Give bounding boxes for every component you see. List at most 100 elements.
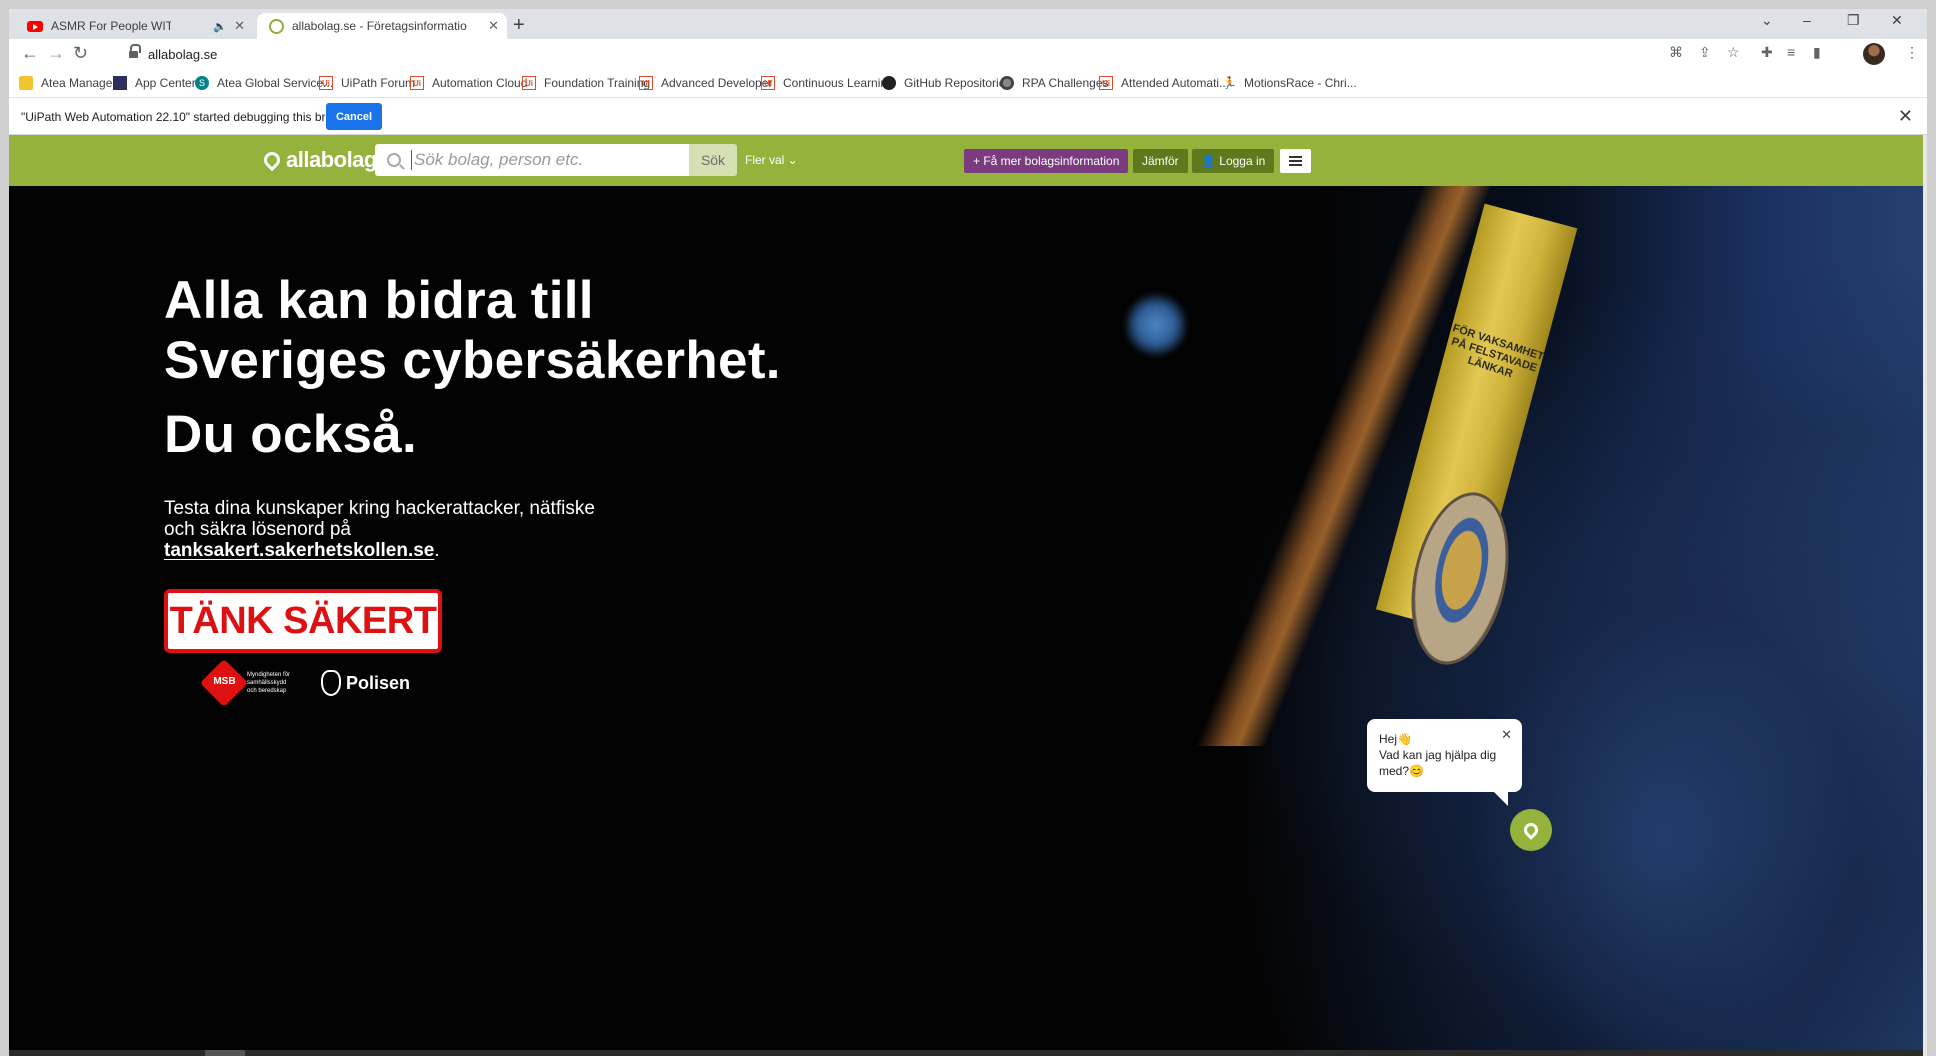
location-pin-icon xyxy=(269,18,284,34)
polisen-text: Polisen xyxy=(346,672,411,693)
msb-badge-icon: MSB xyxy=(199,658,249,708)
chat-question: Vad kan jag hjälpa dig med?😊 xyxy=(1379,748,1497,778)
msb-logo: MSB Myndigheten för samhällsskydd och be… xyxy=(199,658,297,708)
reading-list-icon[interactable]: ≡ xyxy=(1787,44,1795,60)
allabolag-logo[interactable]: allabolag xyxy=(260,147,377,173)
reload-button[interactable]: ↻ xyxy=(73,43,88,64)
bookmark-attended-automation[interactable]: Ui Attended Automati... xyxy=(1099,76,1229,90)
bookmark-app-center[interactable]: App Center xyxy=(113,76,196,90)
close-chat-icon[interactable]: ✕ xyxy=(1501,727,1512,743)
hero-photo-bokeh xyxy=(1125,294,1187,356)
bookmark-continuous-learning[interactable]: Ui Continuous Learning xyxy=(761,76,894,90)
share-icon[interactable]: ⇪ xyxy=(1699,44,1711,61)
close-infobar-icon[interactable]: ✕ xyxy=(1898,106,1913,127)
star-icon[interactable]: ☆ xyxy=(1727,44,1740,61)
profile-avatar[interactable] xyxy=(1863,43,1885,65)
bookmark-label: Atea Global Service... xyxy=(217,76,334,90)
bookmark-uipath-forum[interactable]: Ui UiPath Forum xyxy=(319,76,415,90)
hero-banner[interactable]: FÖR VAKSAMHET PÅ FELSTAVADE LÄNKAR Alla … xyxy=(9,186,1923,1056)
uipath-icon: Ui xyxy=(522,76,536,90)
sidepanel-icon[interactable]: ▮ xyxy=(1813,44,1821,61)
hero-subtext-body: Testa dina kunskaper kring hackerattacke… xyxy=(164,498,595,540)
search-input[interactable] xyxy=(411,150,671,170)
back-button[interactable]: ← xyxy=(21,43,39,64)
tab-allabolag[interactable]: allabolag.se - Företagsinformatio ✕ xyxy=(257,13,507,39)
hero-subtext: Testa dina kunskaper kring hackerattacke… xyxy=(164,498,624,561)
bookmark-github-repositories[interactable]: GitHub Repositories xyxy=(882,76,1011,90)
bookmark-label: Foundation Training xyxy=(544,76,651,90)
browser-toolbar: ← → ↻ allabolag.se ⌘ ⇪ ☆ ✚ ≡ ▮ ⋮ xyxy=(9,39,1927,69)
get-more-info-button[interactable]: + Få mer bolagsinformation xyxy=(964,149,1129,173)
folder-icon xyxy=(19,76,33,90)
forward-button[interactable]: → xyxy=(47,43,65,64)
bookmarks-bar: Atea Managed App Center S Atea Global Ser… xyxy=(9,69,1927,98)
translate-icon[interactable]: ⌘ xyxy=(1669,44,1683,61)
hero-link[interactable]: tanksakert.sakerhetskollen.se xyxy=(164,540,434,561)
bookmark-motionsrace[interactable]: 🏃 MotionsRace - Chri... xyxy=(1222,76,1357,90)
bookmark-label: App Center xyxy=(135,76,196,90)
close-tab-icon[interactable]: ✕ xyxy=(234,18,245,34)
menu-icon xyxy=(1289,156,1302,158)
bookmark-label: Atea Managed xyxy=(41,76,120,90)
tab-search-icon[interactable]: ⌄ xyxy=(1761,12,1773,29)
cancel-debugging-button[interactable]: Cancel xyxy=(326,103,382,130)
search-button[interactable]: Sök xyxy=(689,144,737,176)
menu-icon[interactable]: ⋮ xyxy=(1905,44,1919,61)
debugging-infobar: "UiPath Web Automation 22.10" started de… xyxy=(9,98,1927,135)
tank-sakert-badge[interactable]: TÄNK SÄKERT xyxy=(164,589,442,653)
hamburger-menu-button[interactable] xyxy=(1280,149,1311,173)
uipath-icon: Ui xyxy=(761,76,775,90)
compare-button[interactable]: Jämför xyxy=(1133,149,1188,173)
close-tab-icon[interactable]: ✕ xyxy=(488,18,499,34)
extensions-icon[interactable]: ✚ xyxy=(1761,44,1773,61)
hero-heading-line1: Alla kan bidra till xyxy=(164,271,594,330)
police-crest-icon xyxy=(321,670,341,696)
more-options-dropdown[interactable]: Fler val ⌄ xyxy=(745,153,798,167)
bookmark-automation-cloud[interactable]: Ui Automation Cloud xyxy=(410,76,527,90)
msb-name: Myndigheten för samhällsskydd och bereds… xyxy=(247,672,291,694)
github-icon xyxy=(882,76,896,90)
bookmark-foundation-training[interactable]: Ui Foundation Training xyxy=(522,76,650,90)
bookmark-label: MotionsRace - Chri... xyxy=(1244,76,1357,90)
tab-title: ASMR For People WITHOUT xyxy=(51,19,171,33)
uipath-icon: Ui xyxy=(410,76,424,90)
scrollbar-thumb[interactable] xyxy=(205,1050,245,1056)
bookmark-atea-managed[interactable]: Atea Managed xyxy=(19,76,119,90)
bookmark-label: RPA Challenges xyxy=(1022,76,1109,90)
uipath-icon: Ui xyxy=(1099,76,1113,90)
atea-icon xyxy=(113,76,127,90)
bookmark-advanced-developer[interactable]: Ui Advanced Developer xyxy=(639,76,772,90)
youtube-icon xyxy=(27,20,43,32)
tab-strip: ASMR For People WITHOUT 🔈 ✕ allabolag.se… xyxy=(9,9,1927,39)
new-tab-button[interactable]: + xyxy=(513,14,525,37)
sharepoint-icon: S xyxy=(195,76,209,90)
bookmark-label: GitHub Repositories xyxy=(904,76,1012,90)
uipath-icon: Ui xyxy=(639,76,653,90)
location-pin-icon xyxy=(1521,820,1541,840)
bookmark-label: Attended Automati... xyxy=(1121,76,1230,90)
login-button[interactable]: 👤 Logga in xyxy=(1192,149,1275,173)
polisen-logo: Polisen xyxy=(321,670,410,696)
vertical-scrollbar[interactable] xyxy=(1923,135,1927,1056)
runner-icon: 🏃 xyxy=(1222,76,1237,90)
login-label: Logga in xyxy=(1219,154,1266,168)
hero-heading-line2: Sveriges cybersäkerhet. xyxy=(164,331,781,390)
bookmark-rpa-challenges[interactable]: RPA Challenges xyxy=(1000,76,1109,90)
chat-greeting-bubble[interactable]: Hej👋 Vad kan jag hjälpa dig med?😊 ✕ xyxy=(1367,719,1522,806)
msb-abbr: MSB xyxy=(213,675,236,687)
lock-icon[interactable] xyxy=(129,44,141,59)
address-bar[interactable]: allabolag.se xyxy=(121,41,1661,67)
bookmark-label: Advanced Developer xyxy=(661,76,773,90)
tab-youtube[interactable]: ASMR For People WITHOUT 🔈 ✕ xyxy=(15,13,253,39)
chat-launcher-button[interactable] xyxy=(1510,809,1552,851)
bookmark-atea-global[interactable]: S Atea Global Service... xyxy=(195,76,333,90)
uipath-icon: Ui xyxy=(319,76,333,90)
restore-button[interactable]: ❐ xyxy=(1847,12,1860,29)
url-text[interactable]: allabolag.se xyxy=(148,47,217,62)
speaker-icon[interactable]: 🔈 xyxy=(213,20,227,33)
hero-heading-line3: Du också. xyxy=(164,405,418,464)
close-window-button[interactable]: ✕ xyxy=(1891,12,1903,29)
horizontal-scrollbar[interactable] xyxy=(9,1050,1923,1056)
minimize-button[interactable]: – xyxy=(1803,12,1811,28)
user-icon: 👤 xyxy=(1201,154,1220,168)
